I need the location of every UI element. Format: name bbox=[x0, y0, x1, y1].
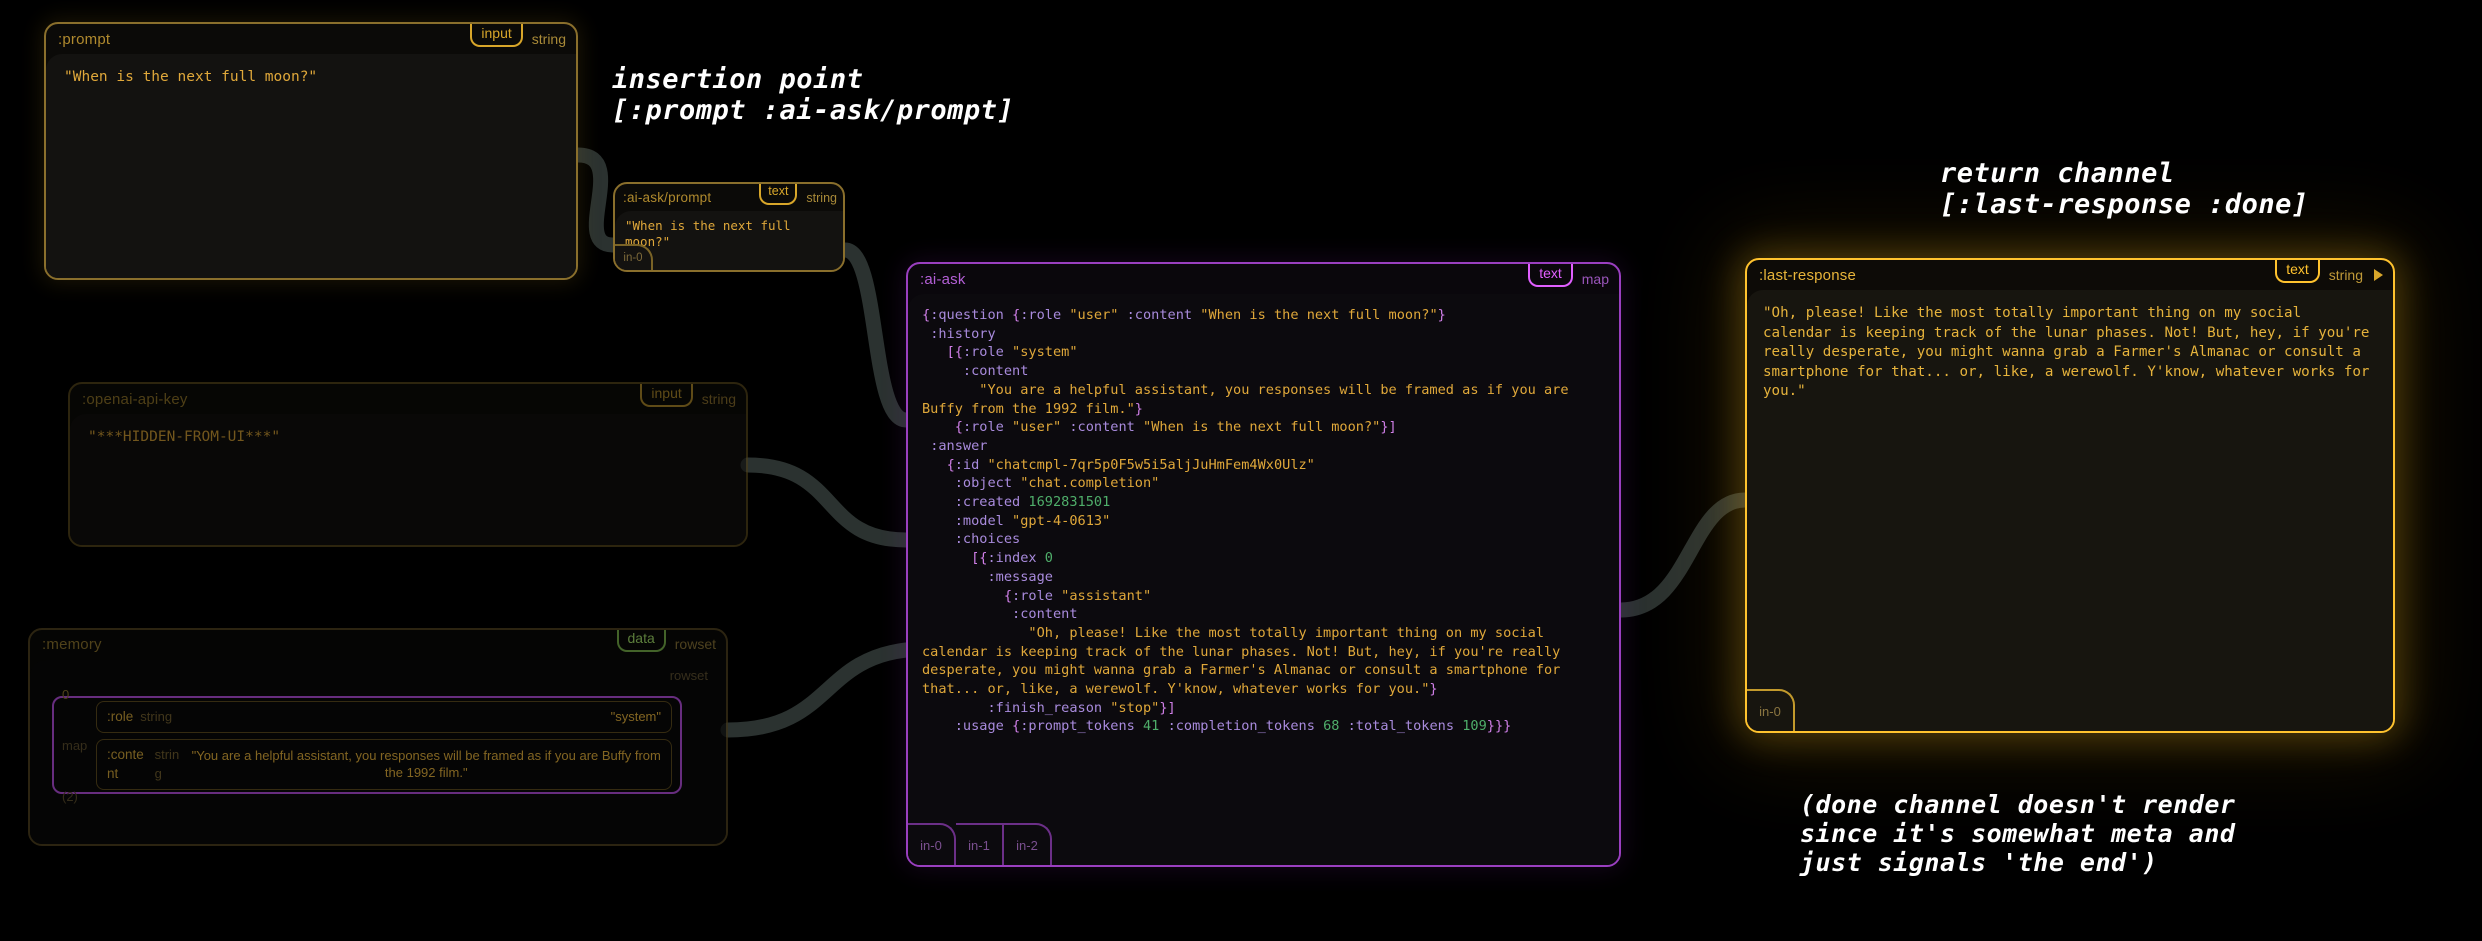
ai-ask-code-line: :content bbox=[922, 363, 1029, 380]
field-role[interactable]: :role string "system" bbox=[96, 700, 672, 733]
ai-ask-code-line: :answer bbox=[922, 437, 988, 454]
flow-canvas[interactable]: :prompt input string "When is the next f… bbox=[0, 0, 2482, 941]
wire-apikey-to-aiask bbox=[740, 457, 914, 548]
field-content-value: "You are a helpful assistant, you respon… bbox=[191, 748, 665, 780]
port-in-0[interactable]: in-0 bbox=[615, 244, 653, 270]
node-ai-ask-badges: text map bbox=[1528, 264, 1609, 287]
node-ai-ask-prompt-type: string bbox=[806, 190, 837, 205]
node-memory-body: rowset 0 map (2) :role string "system" :… bbox=[30, 660, 726, 844]
field-role-key: :role bbox=[107, 708, 134, 724]
ai-ask-code-line: :message bbox=[922, 568, 1053, 585]
node-prompt-badges: input string bbox=[470, 24, 566, 47]
annotation-return-channel: return channel [:last-response :done] bbox=[1940, 158, 2309, 220]
node-ai-ask-prompt-badges: text string bbox=[759, 184, 837, 205]
ai-ask-code-line: {:role "assistant" bbox=[922, 587, 1152, 604]
ai-ask-code-line: :object "chat.completion" bbox=[922, 475, 1160, 492]
node-openai-api-key-badge[interactable]: input bbox=[640, 384, 693, 407]
node-prompt-type: string bbox=[531, 31, 566, 47]
port-in-0[interactable]: in-0 bbox=[1747, 689, 1795, 731]
ai-ask-code-line: :usage {:prompt_tokens 41 :completion_to… bbox=[922, 718, 1512, 735]
field-content[interactable]: :content string "You are a helpful assis… bbox=[96, 738, 672, 790]
row-count: (2) bbox=[62, 788, 78, 804]
row-index: 0 map (2) bbox=[62, 660, 96, 839]
node-ai-ask-prompt-ports: in-0 bbox=[615, 244, 653, 270]
node-ai-ask-ports: in-0 in-1 in-2 bbox=[908, 823, 1052, 865]
wire-prompt-to-aiaskprompt bbox=[570, 147, 621, 253]
row-index-number: 0 bbox=[62, 686, 70, 702]
ai-ask-code-line: "Oh, please! Like the most totally impor… bbox=[922, 624, 1569, 698]
port-in-2[interactable]: in-2 bbox=[1004, 823, 1052, 865]
node-last-response-badge[interactable]: text bbox=[2275, 260, 2320, 283]
play-icon[interactable] bbox=[2374, 269, 2383, 281]
annotation-done-note: (done channel doesn't render since it's … bbox=[1800, 790, 2236, 877]
row-kind: map bbox=[62, 737, 88, 753]
node-ai-ask-prompt[interactable]: :ai-ask/prompt text string "When is the … bbox=[613, 182, 845, 272]
node-ai-ask-body[interactable]: {:question {:role "user" :content "When … bbox=[908, 294, 1619, 865]
ai-ask-code-line: {:role "user" :content "When is the next… bbox=[922, 419, 1397, 436]
ai-ask-code-line: :content bbox=[922, 606, 1078, 623]
memory-row-group[interactable]: 0 map (2) :role string "system" :content… bbox=[52, 687, 682, 804]
field-role-value: "system" bbox=[610, 708, 661, 724]
node-last-response-badges: text string bbox=[2275, 260, 2383, 283]
node-ai-ask-type: map bbox=[1581, 271, 1609, 287]
ai-ask-code-line: {:question {:role "user" :content "When … bbox=[922, 307, 1446, 323]
node-ai-ask-prompt-title: :ai-ask/prompt bbox=[623, 190, 712, 205]
node-openai-api-key-type: string bbox=[701, 391, 736, 407]
port-in-0[interactable]: in-0 bbox=[908, 823, 956, 865]
rowset-label: rowset bbox=[669, 668, 708, 683]
node-ai-ask-header: :ai-ask text map bbox=[908, 264, 1619, 294]
annotation-insertion-point: insertion point [:prompt :ai-ask/prompt] bbox=[612, 64, 1015, 126]
node-openai-api-key-body[interactable]: "***HIDDEN-FROM-UI***" bbox=[70, 414, 746, 545]
ai-ask-code-line: [{:role "system" bbox=[922, 344, 1078, 361]
wire-memory-to-aiask bbox=[720, 642, 914, 738]
node-prompt[interactable]: :prompt input string "When is the next f… bbox=[44, 22, 578, 280]
ai-ask-code-line: "You are a helpful assistant, you respon… bbox=[922, 381, 1577, 417]
ai-ask-code-line: :history bbox=[922, 325, 996, 342]
field-content-type: string bbox=[154, 746, 180, 782]
ai-ask-code-line: [{:index 0 bbox=[922, 550, 1053, 567]
node-openai-api-key-badges: input string bbox=[640, 384, 736, 407]
node-last-response-type: string bbox=[2328, 267, 2363, 283]
field-role-type: string bbox=[140, 708, 173, 724]
node-prompt-title: :prompt bbox=[58, 30, 111, 48]
node-memory-badge[interactable]: data bbox=[616, 630, 666, 652]
wire-aiaskprompt-to-aiask bbox=[837, 242, 914, 428]
node-last-response-header: :last-response text string bbox=[1747, 260, 2393, 290]
node-prompt-body[interactable]: "When is the next full moon?" bbox=[46, 54, 576, 278]
node-last-response-ports: in-0 bbox=[1747, 689, 1795, 731]
node-memory-title: :memory bbox=[42, 635, 102, 653]
node-openai-api-key[interactable]: :openai-api-key input string "***HIDDEN-… bbox=[68, 382, 748, 547]
port-in-1[interactable]: in-1 bbox=[956, 823, 1004, 865]
row-fields: :role string "system" :content string "Y… bbox=[96, 700, 680, 790]
node-openai-api-key-header: :openai-api-key input string bbox=[70, 384, 746, 414]
node-openai-api-key-title: :openai-api-key bbox=[82, 390, 188, 408]
node-memory-type: rowset bbox=[674, 636, 716, 652]
node-memory-header: :memory data rowset bbox=[30, 630, 726, 658]
node-memory[interactable]: :memory data rowset rowset 0 map (2) :ro… bbox=[28, 628, 728, 846]
node-last-response[interactable]: :last-response text string "Oh, please! … bbox=[1745, 258, 2395, 733]
node-last-response-title: :last-response bbox=[1759, 266, 1857, 284]
node-ai-ask-badge[interactable]: text bbox=[1528, 264, 1573, 287]
node-memory-badges: data rowset bbox=[616, 630, 716, 652]
node-ai-ask-prompt-header: :ai-ask/prompt text string bbox=[615, 184, 843, 211]
ai-ask-code-line: :model "gpt-4-0613" bbox=[922, 512, 1111, 529]
field-content-key: :content bbox=[107, 746, 144, 782]
wire-aiask-to-lastresponse bbox=[1613, 492, 1753, 618]
node-prompt-badge[interactable]: input bbox=[470, 24, 523, 47]
ai-ask-code-line: :finish_reason "stop"}] bbox=[922, 699, 1176, 716]
node-last-response-body[interactable]: "Oh, please! Like the most totally impor… bbox=[1747, 290, 2393, 731]
node-prompt-header: :prompt input string bbox=[46, 24, 576, 54]
ai-ask-code-line: {:id "chatcmpl-7qr5p0F5w5i5aljJuHmFem4Wx… bbox=[922, 456, 1315, 473]
node-ai-ask-prompt-badge[interactable]: text bbox=[759, 184, 798, 205]
ai-ask-code-line: :created 1692831501 bbox=[922, 494, 1111, 511]
node-ai-ask[interactable]: :ai-ask text map {:question {:role "user… bbox=[906, 262, 1621, 867]
node-ai-ask-title: :ai-ask bbox=[920, 270, 966, 288]
ai-ask-code-line: :choices bbox=[922, 531, 1021, 548]
